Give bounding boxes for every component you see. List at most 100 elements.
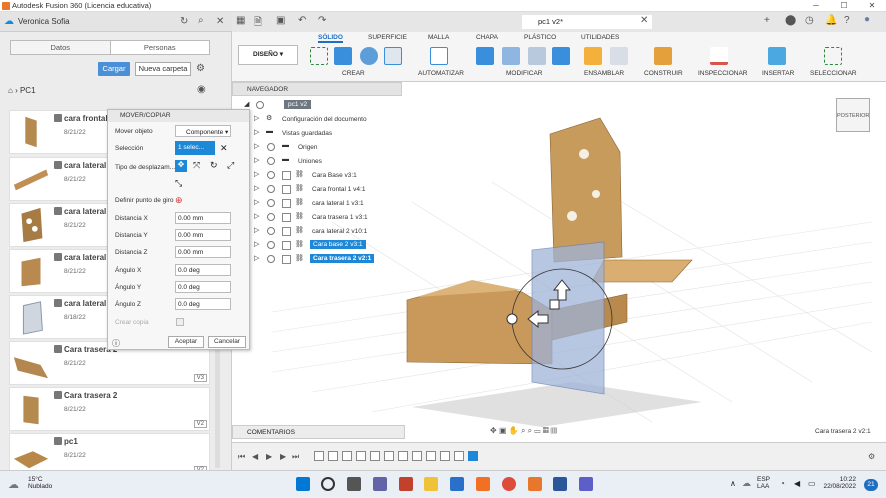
user-name[interactable]: Veronica Sofia (18, 17, 70, 26)
cloud-sync-icon[interactable]: ☁ (742, 478, 751, 489)
extrude-icon[interactable] (334, 47, 352, 65)
file-item[interactable]: Cara trasera 2 8/21/22 V2 (9, 387, 210, 431)
expand-icon[interactable]: ▷ (254, 198, 259, 206)
orbit-icon[interactable]: ✥ (490, 426, 497, 435)
timeline-feature[interactable] (356, 451, 366, 461)
notification-badge[interactable]: 21 (864, 479, 878, 491)
weather-icon[interactable]: ☁ (8, 478, 19, 491)
tab-superficie[interactable]: SUPERFICIE (368, 34, 407, 41)
shell-icon[interactable] (528, 47, 546, 65)
browser-item[interactable]: ▷ ⛓ Cara trasera 1 v3:1 (232, 212, 402, 225)
app-icon[interactable] (399, 477, 413, 491)
job-status-icon[interactable]: ◷ (805, 15, 814, 26)
expand-icon[interactable]: ▷ (254, 254, 259, 262)
teams-icon[interactable] (579, 477, 593, 491)
maximize-button[interactable]: ☐ (830, 0, 858, 12)
step-back-icon[interactable]: ◀ (252, 452, 258, 461)
tab-personas[interactable]: Personas (111, 41, 210, 54)
expand-icon[interactable]: ▷ (254, 170, 259, 178)
timeline-feature[interactable] (384, 451, 394, 461)
browser-item[interactable]: ▷ ⛓ Cara frontal 1 v4:1 (232, 184, 402, 197)
go-to-start-icon[interactable]: ⏮ (238, 452, 245, 462)
group-seleccionar[interactable]: SELECCIONAR (810, 70, 857, 77)
angle-x-field[interactable]: 0.0 deg (175, 264, 231, 276)
timeline-feature[interactable] (328, 451, 338, 461)
expand-icon[interactable]: ▷ (254, 212, 259, 220)
notifications-icon[interactable]: 🔔 (825, 15, 837, 26)
visibility-icon[interactable] (267, 157, 275, 165)
browser-item[interactable]: ▷ ⛓ Cara base 2 v3:1 (232, 240, 402, 253)
fusion-taskbar-icon[interactable] (476, 477, 490, 491)
start-icon[interactable] (296, 477, 310, 491)
workspace-selector[interactable]: DISEÑO ▾ (238, 45, 298, 65)
version-badge[interactable]: V3 (193, 374, 207, 382)
distance-y-field[interactable]: 0.00 mm (175, 229, 231, 241)
free-move-icon[interactable]: ✥ (175, 160, 187, 172)
timeline-feature-active[interactable] (468, 451, 478, 461)
timeline-feature[interactable] (454, 451, 464, 461)
expand-icon[interactable]: ▷ (254, 128, 259, 136)
visibility-icon[interactable] (267, 227, 275, 235)
redo-icon[interactable]: ↷ (318, 15, 326, 26)
chrome-icon[interactable] (502, 477, 516, 491)
timeline-settings-icon[interactable]: ⚙ (868, 452, 875, 461)
version-badge[interactable]: V2 (193, 420, 207, 428)
word-icon[interactable] (553, 477, 567, 491)
fillet-icon[interactable] (502, 47, 520, 65)
new-folder-button[interactable]: Nueva carpeta (135, 62, 191, 76)
close-tab-icon[interactable]: ✕ (640, 15, 648, 26)
home-icon[interactable]: ⌂ (8, 86, 13, 95)
file-menu-icon[interactable]: 🗎 (254, 15, 262, 32)
visibility-icon[interactable] (267, 185, 275, 193)
tab-chapa[interactable]: CHAPA (476, 34, 498, 41)
grid-menu-icon[interactable]: ▦ (236, 15, 245, 26)
chat-icon[interactable] (373, 477, 387, 491)
combine-icon[interactable] (552, 47, 570, 65)
zoom-window-icon[interactable]: ⌕ (528, 426, 532, 435)
base-plate[interactable] (591, 259, 693, 283)
tab-utilidades[interactable]: UTILIDADES (581, 34, 619, 41)
expand-icon[interactable]: ▷ (254, 226, 259, 234)
timeline-feature[interactable] (412, 451, 422, 461)
timeline-feature[interactable] (398, 451, 408, 461)
group-crear[interactable]: CREAR (342, 70, 365, 77)
expand-icon[interactable]: ▷ (254, 114, 259, 122)
save-icon[interactable]: ▣ (276, 15, 285, 26)
group-insertar[interactable]: INSERTAR (762, 70, 794, 77)
avatar[interactable]: ● (864, 14, 870, 25)
go-to-end-icon[interactable]: ⏭ (292, 452, 299, 462)
selection-chip[interactable]: 1 selec... (175, 141, 215, 155)
close-panel-icon[interactable]: ✕ (216, 16, 224, 27)
visibility-icon[interactable] (256, 101, 264, 109)
grid-settings-icon[interactable]: ▦ (543, 426, 549, 435)
timeline-feature[interactable] (342, 451, 352, 461)
breadcrumb-project[interactable]: PC1 (20, 86, 36, 95)
point-to-point-icon[interactable]: ⤢ (227, 160, 234, 171)
revolve-icon[interactable] (360, 47, 378, 65)
automate-icon[interactable] (430, 47, 448, 65)
gizmo-origin[interactable] (506, 313, 518, 325)
hole-icon[interactable] (384, 47, 402, 65)
browser-item[interactable]: ▷ ⚙ Configuración del documento (232, 114, 402, 127)
press-pull-icon[interactable] (476, 47, 494, 65)
viewports-icon[interactable]: ▥ (551, 426, 557, 435)
group-construir[interactable]: CONSTRUIR (644, 70, 683, 77)
new-tab-icon[interactable]: + (764, 15, 770, 26)
visibility-icon[interactable] (267, 171, 275, 179)
expand-icon[interactable]: ▷ (254, 156, 259, 164)
timeline-feature[interactable] (370, 451, 380, 461)
tab-malla[interactable]: MALLA (428, 34, 449, 41)
visibility-icon[interactable] (267, 255, 275, 263)
expand-icon[interactable]: ▷ (254, 240, 259, 248)
measure-icon[interactable] (710, 47, 728, 65)
step-forward-icon[interactable]: ▶ (280, 452, 286, 461)
extensions-icon[interactable]: ⬤ (785, 15, 796, 26)
tab-plastico[interactable]: PLÁSTICO (524, 34, 556, 41)
point-to-position-icon[interactable]: ⤡ (175, 178, 182, 189)
search-icon[interactable]: ⌕ (198, 15, 204, 26)
visibility-icon[interactable] (267, 199, 275, 207)
minimize-button[interactable]: ─ (802, 0, 830, 12)
file-explorer-icon[interactable] (424, 477, 438, 491)
browser-item[interactable]: ▷ ▬ Origen (232, 142, 402, 155)
browser-item[interactable]: ▷ ⛓ Cara Base v3:1 (232, 170, 402, 183)
